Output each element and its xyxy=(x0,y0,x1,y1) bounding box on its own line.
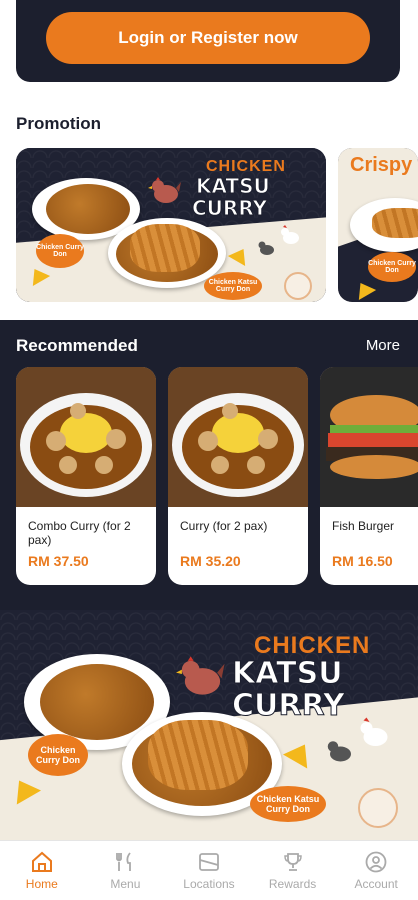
brand-logo-seal xyxy=(284,272,312,300)
bottom-navigation: Home Menu Locations Rewards Account xyxy=(0,840,418,900)
nav-label: Account xyxy=(354,877,398,891)
nav-locations[interactable]: Locations xyxy=(167,841,251,900)
tag-chicken-katsu-curry-don: Chicken Katsu Curry Don xyxy=(250,786,326,822)
more-link[interactable]: More xyxy=(366,337,400,354)
chicken-icon xyxy=(258,241,274,255)
nav-menu[interactable]: Menu xyxy=(84,841,168,900)
nav-label: Rewards xyxy=(268,877,317,891)
nav-label: Menu xyxy=(110,877,141,891)
nav-label: Home xyxy=(25,877,58,891)
chicken-icon xyxy=(360,717,388,746)
chicken-icon xyxy=(148,177,181,203)
trophy-icon xyxy=(283,853,302,871)
map-icon xyxy=(199,853,219,871)
product-card[interactable]: Fish Burger RM 16.50 xyxy=(320,367,418,585)
login-register-button[interactable]: Login or Register now xyxy=(46,12,370,64)
chicken-icon xyxy=(176,656,225,695)
banner-title-crispy: Crispy xyxy=(350,154,413,176)
banner-title-katsu: KATSU xyxy=(232,656,344,692)
product-card[interactable]: Combo Curry (for 2 pax) RM 37.50 xyxy=(16,367,156,585)
nav-home[interactable]: Home xyxy=(0,841,84,900)
product-image-combo-curry xyxy=(16,367,156,507)
user-icon xyxy=(365,851,387,873)
promotion-banner-katsu-curry[interactable]: CHICKEN KATSU CURRY Chicken Curry Don Ch… xyxy=(16,148,326,302)
product-image-fish-burger xyxy=(320,367,418,507)
product-card[interactable]: Curry (for 2 pax) RM 35.20 xyxy=(168,367,308,585)
product-name: Fish Burger xyxy=(332,519,395,533)
tag-chicken-curry-don: Chicken Curry Don xyxy=(368,252,416,282)
fork-knife-icon xyxy=(116,852,132,871)
product-price: RM 37.50 xyxy=(28,553,89,569)
nav-rewards[interactable]: Rewards xyxy=(251,841,335,900)
banner-title-curry: CURRY xyxy=(191,196,268,221)
product-name: Combo Curry (for 2 pax) xyxy=(28,519,131,547)
banner-title-curry: CURRY xyxy=(232,688,346,724)
featured-banner-katsu-curry[interactable]: CHICKEN KATSU CURRY Chicken Curry Don Ch… xyxy=(0,610,418,840)
recommended-heading: Recommended xyxy=(16,336,138,355)
login-card: Login or Register now xyxy=(16,0,400,82)
recommended-section: Recommended More Combo Curry (for 2 pax)… xyxy=(0,320,418,610)
product-name: Curry (for 2 pax) xyxy=(180,519,268,533)
chicken-icon xyxy=(281,225,299,244)
chicken-icon xyxy=(327,741,351,762)
product-image-curry xyxy=(168,367,308,507)
nav-account[interactable]: Account xyxy=(334,841,418,900)
product-price: RM 16.50 xyxy=(332,553,393,569)
home-icon xyxy=(31,851,52,872)
promotion-banner-crispy[interactable]: Crispy Chicken Curry Don xyxy=(338,148,418,302)
nav-label: Locations xyxy=(183,877,235,891)
tag-chicken-curry-don: Chicken Curry Don xyxy=(28,734,88,776)
promotion-heading: Promotion xyxy=(16,114,101,133)
tag-chicken-curry-don: Chicken Curry Don xyxy=(36,234,84,268)
tag-chicken-katsu-curry-don: Chicken Katsu Curry Don xyxy=(204,272,262,300)
brand-logo-seal xyxy=(358,788,398,828)
banner-title-katsu: KATSU xyxy=(196,174,271,199)
product-price: RM 35.20 xyxy=(180,553,241,569)
